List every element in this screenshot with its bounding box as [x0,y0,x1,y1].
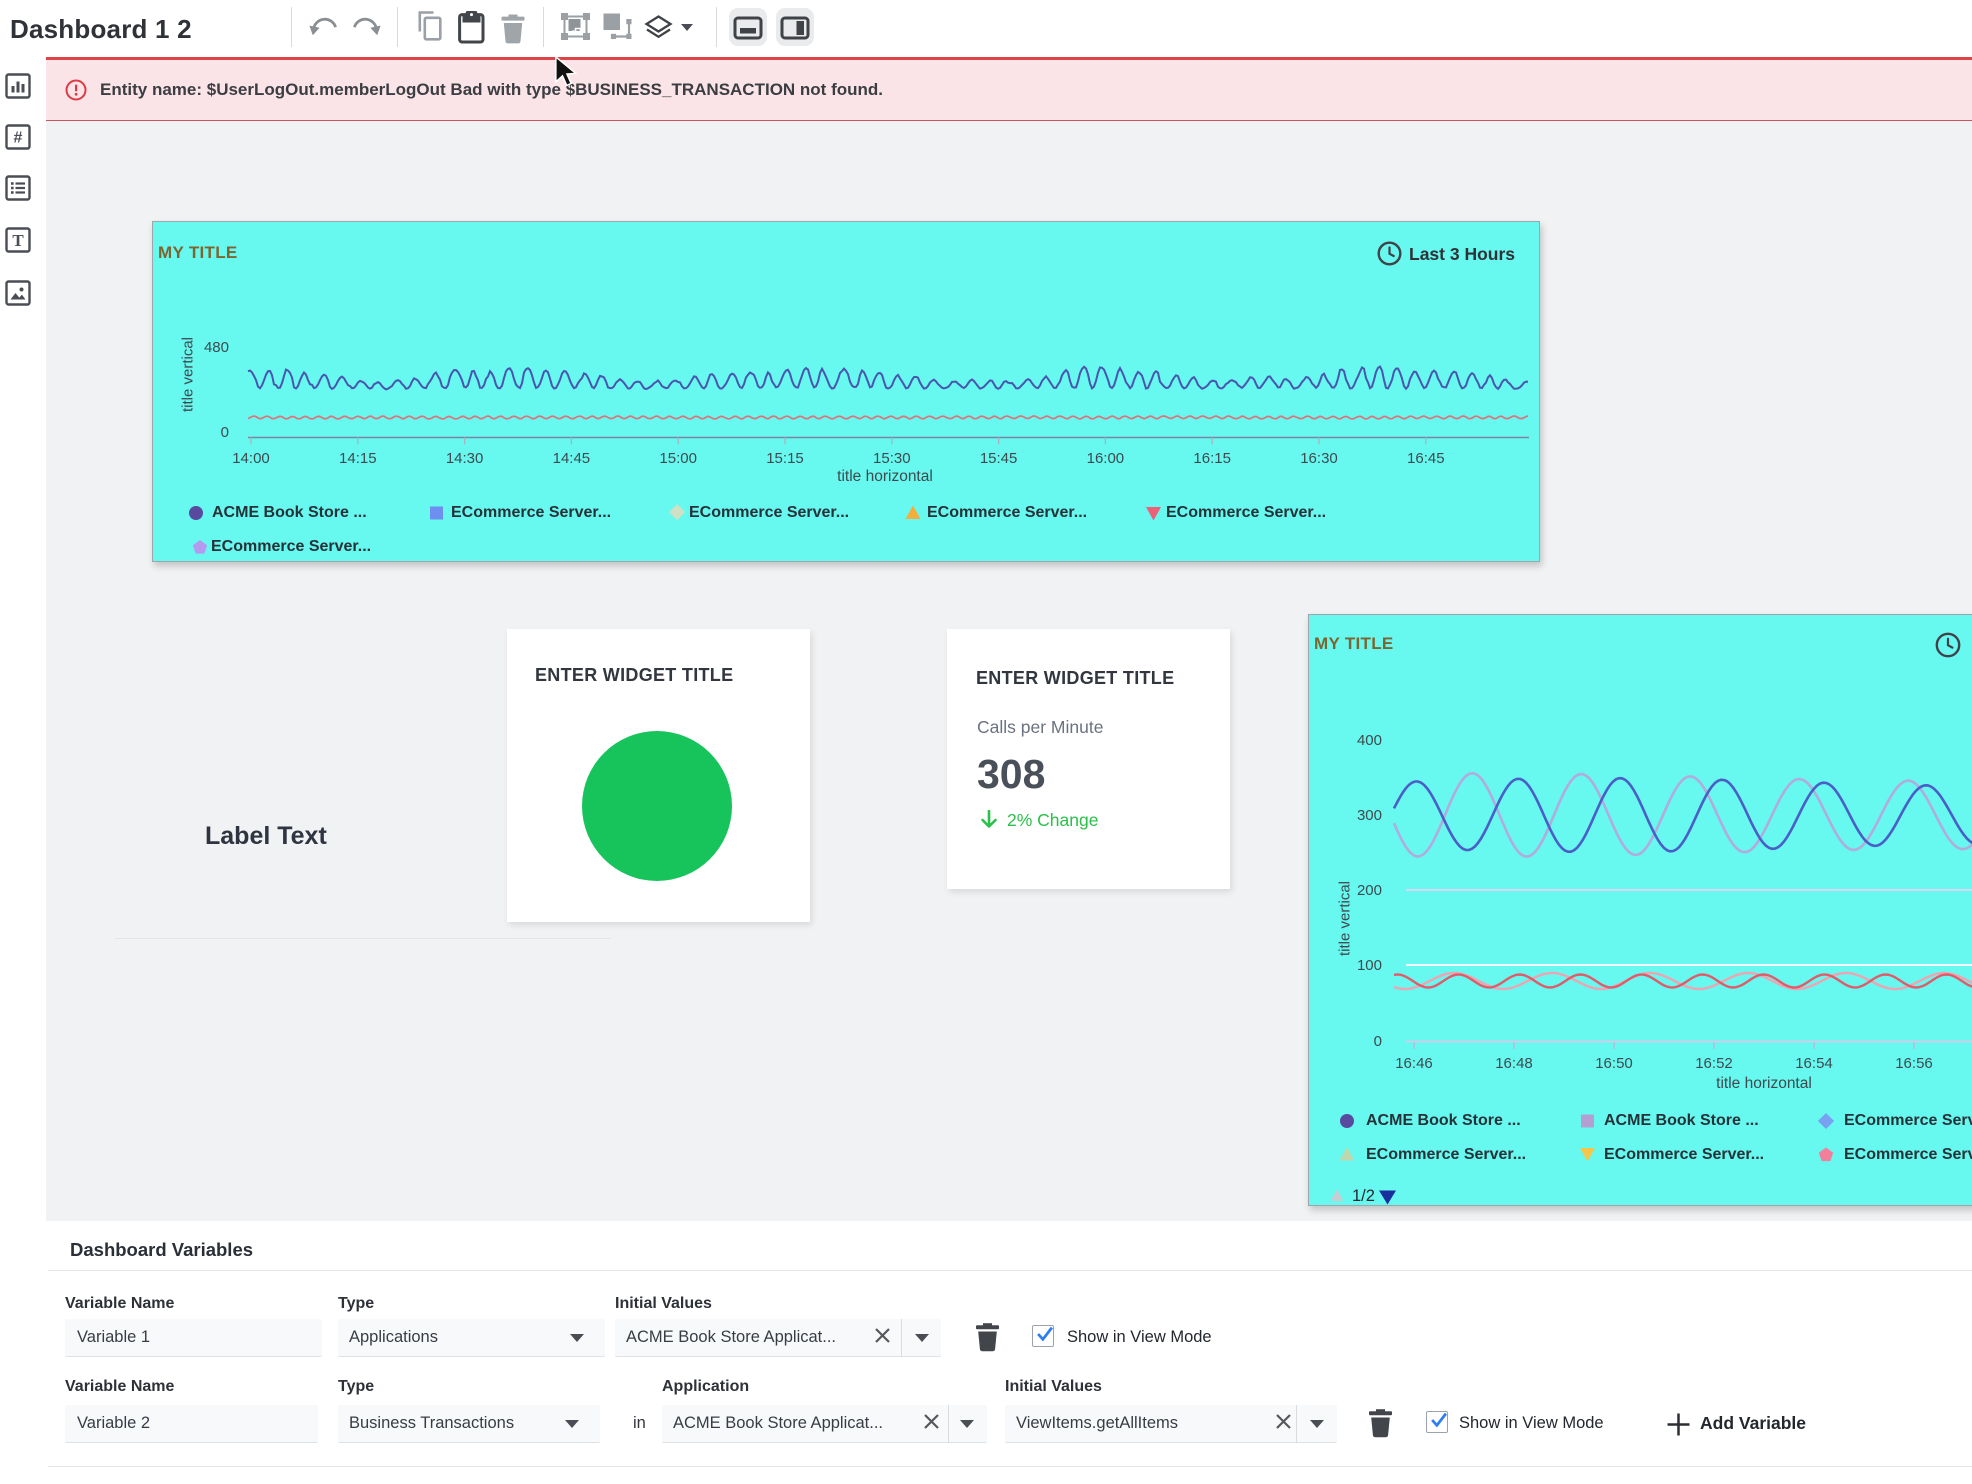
svg-text:T: T [12,231,24,250]
svg-text:#: # [14,130,23,147]
